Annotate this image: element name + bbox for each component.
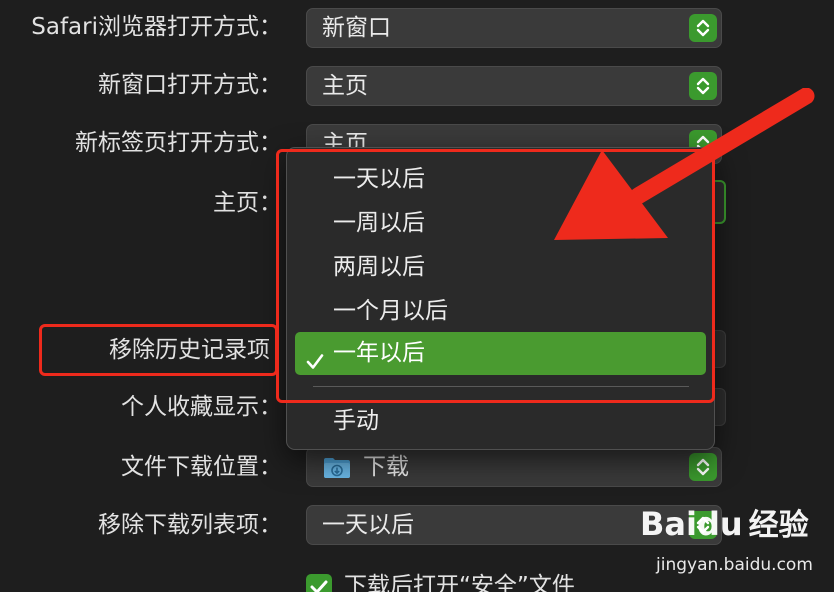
open-safe-files-checkbox[interactable] (306, 574, 332, 592)
label-homepage: 主页： (213, 190, 282, 216)
annotation-box-remove-history-label (39, 324, 278, 376)
remove-history-popup-edge[interactable] (714, 330, 726, 368)
menu-item-manual[interactable]: 手动 (295, 400, 706, 443)
chevron-updown-icon (689, 453, 717, 481)
label-new-window-opens-with: 新窗口打开方式： (98, 72, 282, 98)
label-safari-open-with: Safari浏览器打开方式： (31, 14, 282, 40)
safari-open-with-popup[interactable]: 新窗口 (306, 8, 722, 48)
baidu-jingyan-watermark: Baidu 经验 (640, 500, 809, 544)
watermark-suffix: 经验 (748, 508, 809, 543)
favorites-popup-edge[interactable] (714, 388, 726, 426)
label-remove-download-list-items: 移除下载列表项： (98, 512, 282, 538)
chevron-updown-icon (689, 14, 717, 42)
watermark-url: jingyan.baidu.com (656, 555, 813, 575)
download-location-popup[interactable]: 下载 (306, 447, 722, 487)
label-file-download-location: 文件下载位置： (121, 454, 282, 480)
annotation-arrow (554, 88, 815, 240)
folder-download-icon (323, 457, 351, 479)
popup-value: 一天以后 (322, 512, 414, 538)
watermark-logo-text: Baidu (640, 505, 743, 543)
safari-general-preferences: Safari浏览器打开方式： 新窗口 新窗口打开方式： 主页 新标签页打开方式：… (0, 0, 834, 592)
popup-value: 新窗口 (322, 15, 391, 41)
label-favorites-shows: 个人收藏显示： (121, 394, 282, 420)
popup-value: 下载 (363, 454, 409, 480)
popup-value: 主页 (322, 73, 368, 99)
open-safe-files-label: 下载后打开“安全”文件 (344, 573, 575, 592)
label-new-tab-opens-with: 新标签页打开方式： (75, 130, 282, 156)
